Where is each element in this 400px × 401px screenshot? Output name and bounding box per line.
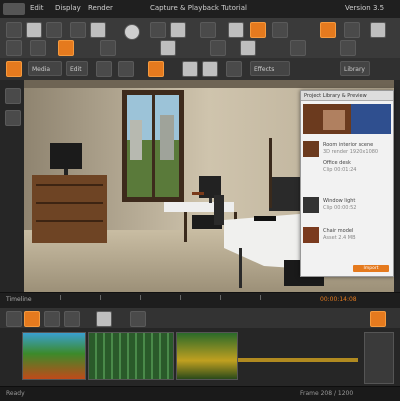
help-icon[interactable] bbox=[370, 22, 386, 38]
open-icon[interactable] bbox=[26, 22, 42, 38]
move-tool-icon[interactable] bbox=[5, 110, 21, 126]
mix-icon[interactable] bbox=[240, 40, 256, 56]
item-meta: Asset 2.4 MB bbox=[323, 235, 356, 241]
save-icon[interactable] bbox=[46, 22, 62, 38]
zoom-icon[interactable] bbox=[340, 40, 356, 56]
forward-icon[interactable] bbox=[64, 311, 80, 327]
version-label: Version 3.5 bbox=[345, 4, 385, 12]
copy-icon[interactable] bbox=[170, 22, 186, 38]
item-meta: Clip 00:01:24 bbox=[323, 167, 357, 173]
tab-media[interactable]: Media bbox=[28, 61, 62, 76]
settings-icon[interactable] bbox=[320, 22, 336, 38]
item-title: Window light bbox=[323, 198, 356, 204]
preview-thumbnail[interactable] bbox=[303, 104, 391, 134]
list-item[interactable]: Room interior scene 3D render 1920x1080 bbox=[303, 141, 391, 157]
cut-icon[interactable] bbox=[150, 22, 166, 38]
library-panel[interactable]: Project Library & Preview Room interior … bbox=[300, 90, 394, 277]
list-item[interactable]: Window light Clip 00:00:52 bbox=[303, 197, 391, 213]
timeline-label: Timeline bbox=[6, 296, 32, 303]
redo-icon[interactable] bbox=[90, 22, 106, 38]
tab-library[interactable]: Library bbox=[340, 61, 370, 76]
timeline-ruler[interactable]: Timeline 00:00:14:08 bbox=[0, 292, 400, 309]
text-icon[interactable] bbox=[160, 40, 176, 56]
paste-icon[interactable] bbox=[200, 22, 216, 38]
main-toolbar bbox=[0, 18, 400, 59]
menu-edit[interactable]: Edit bbox=[30, 4, 44, 12]
item-title: Room interior scene bbox=[323, 142, 374, 148]
list-item[interactable]: Office desk Clip 00:01:24 bbox=[303, 159, 391, 173]
undo-icon[interactable] bbox=[70, 22, 86, 38]
left-toolstrip bbox=[0, 80, 25, 292]
tab-edit[interactable]: Edit bbox=[66, 61, 88, 76]
stop-icon[interactable] bbox=[24, 311, 40, 327]
timeline-tracks[interactable] bbox=[0, 328, 400, 386]
item-meta: 3D render 1920x1080 bbox=[323, 149, 379, 155]
render-icon[interactable] bbox=[228, 22, 244, 38]
menu-display[interactable]: Display bbox=[55, 4, 81, 12]
link-icon[interactable] bbox=[118, 61, 134, 77]
video-clip[interactable] bbox=[176, 332, 238, 380]
capture-icon[interactable] bbox=[6, 61, 22, 77]
timeline-toolbar bbox=[0, 308, 400, 328]
list-item[interactable]: Chair model Asset 2.4 MB bbox=[303, 227, 391, 243]
window-title: Capture & Playback Tutorial bbox=[150, 4, 247, 12]
import-button[interactable]: Import bbox=[353, 265, 389, 272]
item-title: Office desk bbox=[323, 160, 351, 166]
library-panel-title: Project Library & Preview bbox=[301, 91, 393, 101]
audio-waveform[interactable] bbox=[238, 358, 358, 362]
item-thumbnail bbox=[303, 227, 319, 243]
filter-icon[interactable] bbox=[202, 61, 218, 77]
item-title: Chair model bbox=[323, 228, 354, 234]
record-icon[interactable] bbox=[124, 24, 140, 40]
status-bar: Ready Frame 208 / 1200 bbox=[0, 386, 400, 401]
layer-icon[interactable] bbox=[6, 40, 22, 56]
play-icon[interactable] bbox=[6, 311, 22, 327]
select-tool-icon[interactable] bbox=[5, 88, 21, 104]
track-controls[interactable] bbox=[364, 332, 394, 384]
grid-icon[interactable] bbox=[226, 61, 242, 77]
item-thumbnail bbox=[303, 197, 319, 213]
split-icon[interactable] bbox=[100, 40, 116, 56]
audio-icon[interactable] bbox=[210, 40, 226, 56]
status-text: Ready bbox=[6, 390, 25, 397]
color-icon[interactable] bbox=[344, 22, 360, 38]
new-icon[interactable] bbox=[6, 22, 22, 38]
crop-icon[interactable] bbox=[30, 40, 46, 56]
menu-render[interactable]: Render bbox=[88, 4, 113, 12]
right-strip bbox=[394, 80, 400, 292]
rewind-icon[interactable] bbox=[44, 311, 60, 327]
preview-icon[interactable] bbox=[250, 22, 266, 38]
render-timeline-icon[interactable] bbox=[370, 311, 386, 327]
transition-icon[interactable] bbox=[182, 61, 198, 77]
video-clip[interactable] bbox=[22, 332, 86, 380]
trim-icon[interactable] bbox=[58, 40, 74, 56]
video-clip[interactable] bbox=[88, 332, 174, 380]
effects-icon[interactable] bbox=[148, 61, 164, 77]
loop-icon[interactable] bbox=[96, 311, 112, 327]
tab-effects[interactable]: Effects bbox=[250, 61, 290, 76]
timecode: 00:00:14:08 bbox=[320, 296, 357, 303]
fx-icon[interactable] bbox=[290, 40, 306, 56]
export-icon[interactable] bbox=[272, 22, 288, 38]
app-logo-icon bbox=[3, 3, 25, 15]
item-thumbnail bbox=[303, 141, 319, 157]
marker-icon[interactable] bbox=[96, 61, 112, 77]
frame-counter: Frame 208 / 1200 bbox=[300, 390, 354, 397]
menu-bar: Edit Display Render Capture & Playback T… bbox=[0, 0, 400, 19]
snap-icon[interactable] bbox=[130, 311, 146, 327]
secondary-toolbar: Media Edit Effects Library bbox=[0, 58, 400, 81]
item-meta: Clip 00:00:52 bbox=[323, 205, 357, 211]
